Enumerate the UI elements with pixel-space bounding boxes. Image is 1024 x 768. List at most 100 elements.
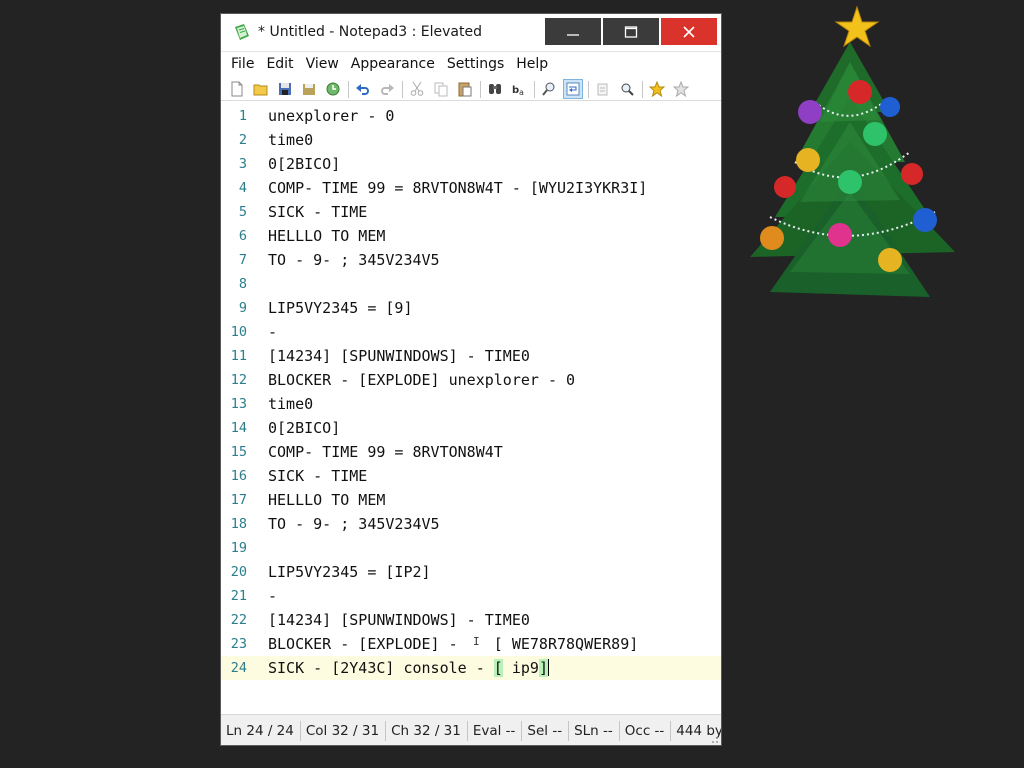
status-selected-lines[interactable]: SLn --	[569, 720, 620, 741]
line-text[interactable]: SICK - [2Y43C] console - [ ip9]	[268, 656, 549, 680]
status-column[interactable]: Col 32 / 31	[301, 720, 387, 741]
line-number: 21	[230, 588, 247, 604]
find-button[interactable]	[485, 79, 505, 99]
line-text[interactable]: HELLLO TO MEM	[268, 488, 385, 512]
line-text[interactable]: TO - 9- ; 345V234V5	[268, 248, 440, 272]
line-text[interactable]: SICK - TIME	[268, 200, 367, 224]
line-text[interactable]: time0	[268, 392, 313, 416]
line-text[interactable]: LIP5VY2345 = [IP2]	[268, 560, 431, 584]
editor-line[interactable]: 23 BLOCKER - [EXPLODE] - [ WE78R78QWER89]	[221, 632, 721, 656]
status-line[interactable]: Ln 24 / 24	[221, 720, 301, 741]
maximize-button[interactable]	[603, 18, 659, 45]
editor-line[interactable]: 17 HELLLO TO MEM	[221, 488, 721, 512]
line-text[interactable]: HELLLO TO MEM	[268, 224, 385, 248]
ornament	[863, 122, 887, 146]
line-text[interactable]: 0[2BICO]	[268, 152, 340, 176]
resize-grip-icon[interactable]	[709, 734, 719, 744]
editor-line[interactable]: 4 COMP- TIME 99 = 8RVTON8W4T - [WYU2I3YKR…	[221, 176, 721, 200]
toolbar-separator	[480, 80, 481, 98]
menu-settings[interactable]: Settings	[441, 52, 510, 76]
save-as-button[interactable]	[299, 79, 319, 99]
toolbar-separator	[588, 80, 589, 98]
add-favorite-icon	[673, 81, 689, 97]
title-bar[interactable]: * Untitled - Notepad3 : Elevated	[221, 14, 721, 52]
menu-help[interactable]: Help	[510, 52, 554, 76]
line-text[interactable]: TO - 9- ; 345V234V5	[268, 512, 440, 536]
paste-board-button[interactable]	[593, 79, 613, 99]
toolbar-separator	[402, 80, 403, 98]
revert-button[interactable]	[323, 79, 343, 99]
text-caret	[547, 659, 549, 676]
line-text[interactable]: BLOCKER - [EXPLODE] unexplorer - 0	[268, 368, 575, 392]
line-text[interactable]: -	[268, 584, 277, 608]
editor-line[interactable]: 20 LIP5VY2345 = [IP2]	[221, 560, 721, 584]
editor-line[interactable]: 10 -	[221, 320, 721, 344]
editor-line[interactable]: 16 SICK - TIME	[221, 464, 721, 488]
line-number: 24	[230, 660, 247, 676]
line-number: 11	[230, 348, 247, 364]
word-wrap-button[interactable]	[563, 79, 583, 99]
editor-line-current[interactable]: 24 SICK - [2Y43C] console - [ ip9]	[221, 656, 721, 680]
editor-line[interactable]: 8	[221, 272, 721, 296]
line-text[interactable]: BLOCKER - [EXPLODE] - [ WE78R78QWER89]	[268, 632, 638, 656]
menu-edit[interactable]: Edit	[260, 52, 299, 76]
line-text[interactable]: time0	[268, 128, 313, 152]
editor-line[interactable]: 9 LIP5VY2345 = [9]	[221, 296, 721, 320]
editor-line[interactable]: 15 COMP- TIME 99 = 8RVTON8W4T	[221, 440, 721, 464]
notepad3-window: * Untitled - Notepad3 : Elevated File Ed…	[220, 13, 722, 746]
menu-file[interactable]: File	[225, 52, 260, 76]
editor-line[interactable]: 2 time0	[221, 128, 721, 152]
minimize-button[interactable]	[545, 18, 601, 45]
line-text[interactable]: COMP- TIME 99 = 8RVTON8W4T - [WYU2I3YKR3…	[268, 176, 647, 200]
line-text[interactable]: unexplorer - 0	[268, 104, 394, 128]
status-occurrences[interactable]: Occ --	[620, 720, 672, 741]
status-selection[interactable]: Sel --	[522, 720, 570, 741]
menu-view[interactable]: View	[300, 52, 345, 76]
editor-line[interactable]: 11 [14234] [SPUNWINDOWS] - TIME0	[221, 344, 721, 368]
line-text[interactable]: 0[2BICO]	[268, 416, 340, 440]
editor-line[interactable]: 21 -	[221, 584, 721, 608]
menu-appearance[interactable]: Appearance	[345, 52, 441, 76]
save-button[interactable]	[275, 79, 295, 99]
status-char[interactable]: Ch 32 / 31	[386, 720, 468, 741]
new-file-button[interactable]	[227, 79, 247, 99]
open-button[interactable]	[251, 79, 271, 99]
close-button[interactable]	[661, 18, 717, 45]
zoom-button[interactable]	[539, 79, 559, 99]
editor-line[interactable]: 19	[221, 536, 721, 560]
editor-line[interactable]: 7 TO - 9- ; 345V234V5	[221, 248, 721, 272]
view-button[interactable]	[617, 79, 637, 99]
status-bar: Ln 24 / 24 Col 32 / 31 Ch 32 / 31 Eval -…	[221, 714, 721, 745]
add-favorite-button[interactable]	[671, 79, 691, 99]
editor-line[interactable]: 6 HELLLO TO MEM	[221, 224, 721, 248]
editor-line[interactable]: 13 time0	[221, 392, 721, 416]
editor-line[interactable]: 1 unexplorer - 0	[221, 104, 721, 128]
replace-button[interactable]: ba	[509, 79, 529, 99]
text-editor[interactable]: 1 unexplorer - 0 2 time0 3 0[2BICO] 4 COMP- …	[221, 104, 721, 711]
undo-button[interactable]	[353, 79, 373, 99]
status-eval[interactable]: Eval --	[468, 720, 523, 741]
editor-line[interactable]: 3 0[2BICO]	[221, 152, 721, 176]
line-text[interactable]: LIP5VY2345 = [9]	[268, 296, 413, 320]
paste-button[interactable]	[455, 79, 475, 99]
line-text-mid: ip9	[502, 659, 539, 677]
editor-line[interactable]: 22 [14234] [SPUNWINDOWS] - TIME0	[221, 608, 721, 632]
favorites-button[interactable]	[647, 79, 667, 99]
editor-line[interactable]: 18 TO - 9- ; 345V234V5	[221, 512, 721, 536]
copy-button[interactable]	[431, 79, 451, 99]
line-text[interactable]: SICK - TIME	[268, 464, 367, 488]
editor-line[interactable]: 12 BLOCKER - [EXPLODE] unexplorer - 0	[221, 368, 721, 392]
editor-line[interactable]: 5 SICK - TIME	[221, 200, 721, 224]
line-number: 9	[238, 300, 247, 316]
cut-button[interactable]	[407, 79, 427, 99]
line-text[interactable]: [14234] [SPUNWINDOWS] - TIME0	[268, 608, 530, 632]
redo-button[interactable]	[377, 79, 397, 99]
ornament	[848, 80, 872, 104]
line-text[interactable]: -	[268, 320, 277, 344]
ornament	[828, 223, 852, 247]
editor-line[interactable]: 14 0[2BICO]	[221, 416, 721, 440]
line-number: 14	[230, 420, 247, 436]
line-text[interactable]: COMP- TIME 99 = 8RVTON8W4T	[268, 440, 503, 464]
redo-icon	[381, 84, 394, 95]
line-text[interactable]: [14234] [SPUNWINDOWS] - TIME0	[268, 344, 530, 368]
